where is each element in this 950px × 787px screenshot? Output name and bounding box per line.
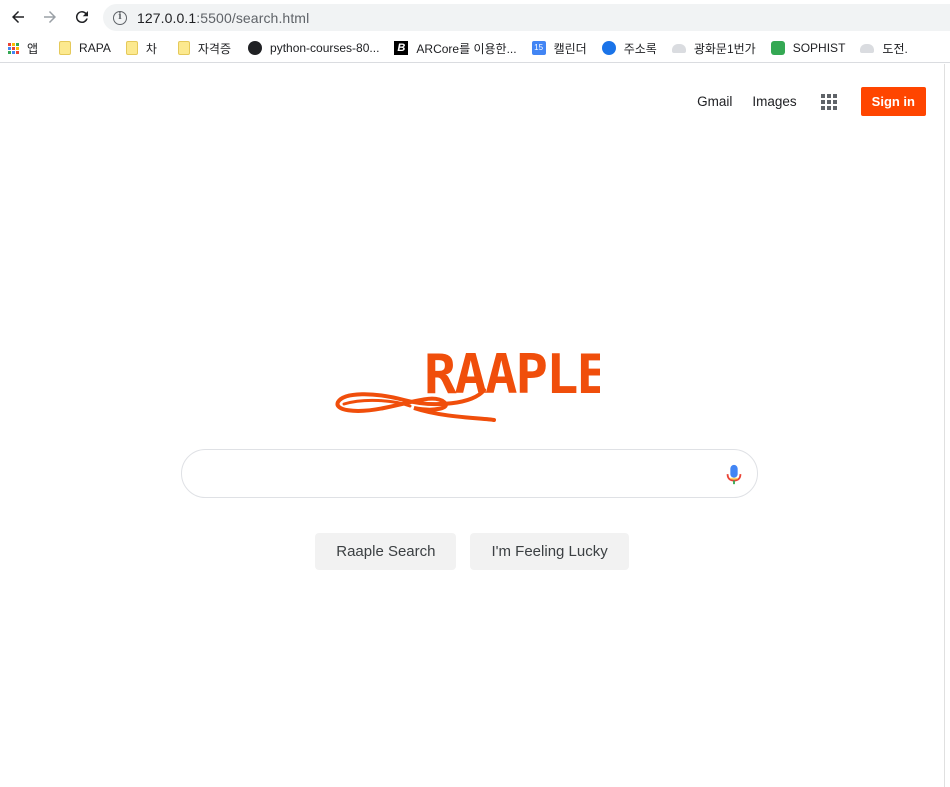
folder-icon: [125, 41, 138, 55]
raaple-search-button[interactable]: Raaple Search: [315, 533, 457, 570]
arrow-right-icon: [44, 11, 56, 23]
browser-toolbar: i 127.0.0.1:5500/search.html: [0, 0, 950, 34]
forward-button[interactable]: [38, 5, 62, 29]
sophist-icon: [770, 41, 785, 55]
bookmark-contacts[interactable]: 주소록: [601, 40, 657, 57]
bookmark-apps[interactable]: 앱: [8, 40, 38, 57]
apps-grid-icon[interactable]: [820, 93, 837, 110]
folder-icon: [177, 41, 190, 55]
bookmark-gwanghwamun[interactable]: 광화문1번가: [671, 40, 756, 57]
bookmark-label: ARCore를 이용한...: [416, 41, 517, 56]
url-text: 127.0.0.1:5500/search.html: [137, 10, 309, 26]
bookmark-sophist[interactable]: SOPHIST: [770, 41, 846, 55]
bookmark-label: 도전.: [882, 41, 908, 56]
info-icon[interactable]: i: [113, 10, 127, 25]
cloud-icon: [671, 43, 686, 53]
bookmark-label: 자격증: [197, 41, 232, 56]
bookmark-label: SOPHIST: [792, 41, 846, 55]
bookmarks-bar: 앱 RAPA 차 자격증 python-courses-80... B ARCo…: [0, 34, 950, 63]
bookmark-label: 앱: [27, 41, 39, 56]
apps-icon: [8, 42, 19, 54]
arcore-icon: B: [394, 41, 409, 55]
bookmark-label: RAPA: [79, 41, 111, 55]
arrow-left-icon: [12, 11, 24, 23]
bookmark-label: 캘린더: [553, 41, 587, 56]
bookmark-label: 주소록: [623, 41, 657, 56]
bookmark-label: 광화문1번가: [693, 41, 756, 56]
search-buttons: Raaple Search I'm Feeling Lucky: [0, 533, 944, 570]
top-nav: Gmail Images Sign in: [697, 87, 926, 116]
sign-in-button[interactable]: Sign in: [860, 87, 926, 116]
bookmark-calendar[interactable]: 15 캘린더: [531, 40, 587, 57]
bookmark-folder-certificates[interactable]: 자격증: [177, 40, 232, 57]
bookmark-rapa[interactable]: RAPA: [59, 41, 111, 55]
bookmark-python-courses[interactable]: python-courses-80...: [248, 41, 379, 55]
raaple-logo: RAAPLE: [335, 343, 600, 422]
logo-wordmark: RAAPLE: [424, 343, 600, 406]
microphone-icon[interactable]: [725, 464, 743, 486]
images-link[interactable]: Images: [752, 94, 796, 109]
calendar-icon: 15: [531, 41, 546, 55]
bookmark-label: 차: [145, 41, 157, 56]
address-bar[interactable]: i 127.0.0.1:5500/search.html: [103, 4, 950, 31]
scrollbar[interactable]: [944, 64, 950, 787]
folder-icon: [59, 41, 72, 55]
gmail-link[interactable]: Gmail: [697, 94, 732, 109]
bookmark-challenge[interactable]: 도전.: [860, 40, 908, 57]
reload-icon: [75, 11, 88, 24]
cloud-icon: [860, 43, 875, 53]
contacts-icon: [601, 41, 616, 55]
feeling-lucky-button[interactable]: I'm Feeling Lucky: [470, 533, 629, 570]
search-page: Gmail Images Sign in RAAPLE Raaple Searc…: [0, 64, 944, 787]
globe-icon: [248, 41, 263, 55]
search-input[interactable]: [202, 462, 712, 486]
bookmark-arcore[interactable]: B ARCore를 이용한...: [394, 40, 517, 57]
url-path: :5500/search.html: [196, 9, 310, 26]
bookmark-folder-cha[interactable]: 차: [125, 40, 157, 57]
back-button[interactable]: [6, 5, 30, 29]
search-box[interactable]: [181, 449, 758, 498]
url-host: 127.0.0.1: [137, 9, 197, 26]
reload-button[interactable]: [70, 5, 94, 29]
bookmark-label: python-courses-80...: [270, 41, 380, 55]
